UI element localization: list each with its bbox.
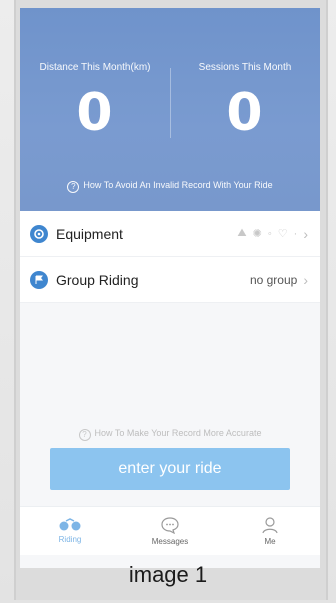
bike-tab-icon	[59, 518, 81, 531]
user-icon	[262, 517, 278, 534]
sessions-label: Sessions This Month	[198, 62, 292, 73]
sessions-value: 0	[226, 83, 264, 143]
equipment-icon	[30, 224, 48, 243]
light-icon: ✺	[252, 228, 262, 240]
sensor-icon: ◦	[267, 227, 272, 240]
tab-riding[interactable]: Riding	[20, 507, 120, 555]
question-icon: ?	[78, 429, 91, 441]
invalid-record-tip-link[interactable]: ? How To Avoid An Invalid Record With You…	[20, 180, 320, 193]
group-riding-value-wrap: no group ›	[250, 272, 308, 288]
equipment-label: Equipment	[56, 225, 123, 242]
distance-value: 0	[76, 83, 114, 143]
heart-rate-icon: ♡	[277, 228, 288, 240]
enter-ride-button[interactable]: enter your ride	[50, 448, 290, 490]
tab-messages-label: Messages	[151, 537, 189, 546]
settings-list: Equipment ⛰ ✺ ◦ ♡ · › Group Riding no gr…	[20, 211, 320, 303]
tab-bar: Riding Messages Me	[20, 506, 320, 555]
sessions-stat: Sessions This Month 0	[170, 62, 320, 143]
group-riding-label: Group Riding	[56, 271, 139, 288]
accurate-record-tip-text: How To Make Your Record More Accurate	[94, 428, 262, 438]
distance-label: Distance This Month(km)	[39, 62, 151, 73]
stats-header: Distance This Month(km) 0 Sessions This …	[20, 8, 320, 211]
chat-bubble-icon	[161, 517, 179, 534]
bike-icon: ⛰	[237, 227, 247, 239]
tab-riding-label: Riding	[58, 535, 82, 544]
app-screen: Distance This Month(km) 0 Sessions This …	[20, 8, 320, 568]
more-icon: ·	[293, 227, 298, 240]
group-riding-row[interactable]: Group Riding no group ›	[20, 257, 320, 303]
group-riding-value: no group	[249, 272, 298, 287]
chevron-right-icon: ›	[303, 225, 308, 242]
invalid-record-tip-text: How To Avoid An Invalid Record With Your…	[83, 180, 273, 190]
chevron-right-icon: ›	[303, 271, 308, 288]
tab-me[interactable]: Me	[220, 507, 320, 555]
distance-stat: Distance This Month(km) 0	[20, 62, 170, 143]
accurate-record-tip-link[interactable]: ? How To Make Your Record More Accurate	[20, 428, 320, 441]
question-icon: ?	[67, 181, 80, 193]
image-caption: image 1	[128, 562, 208, 587]
group-riding-icon	[30, 270, 48, 289]
equipment-row[interactable]: Equipment ⛰ ✺ ◦ ♡ · ›	[20, 211, 320, 257]
equipment-status-icons: ⛰ ✺ ◦ ♡ · ›	[237, 226, 308, 242]
tab-me-label: Me	[264, 537, 276, 546]
tab-messages[interactable]: Messages	[120, 507, 220, 555]
